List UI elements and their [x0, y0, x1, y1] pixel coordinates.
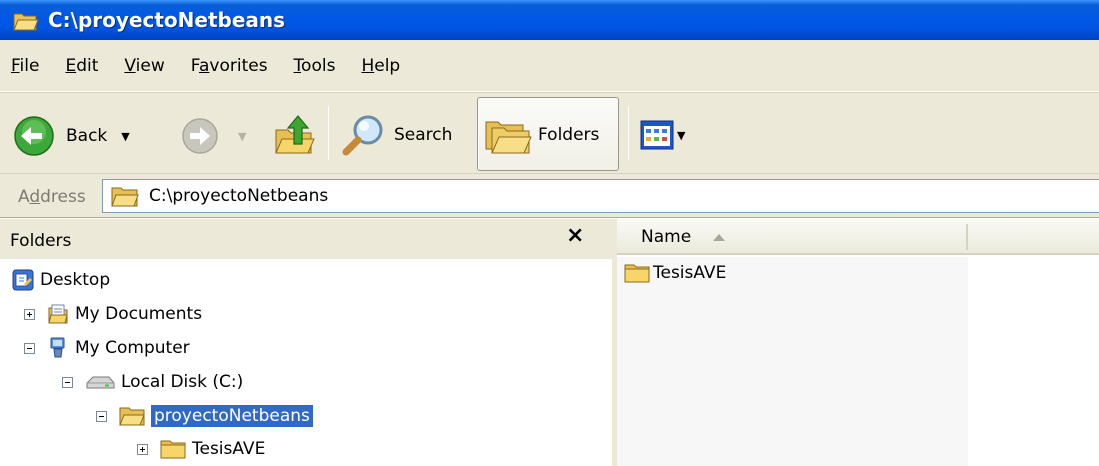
collapse-icon[interactable]	[96, 410, 107, 422]
tree-item-tesisave[interactable]: TesisAVE	[137, 435, 265, 463]
menu-favorites[interactable]: Favorites	[191, 56, 268, 76]
collapse-icon[interactable]	[24, 342, 35, 354]
tree-item-label: proyectoNetbeans	[151, 405, 313, 427]
folders-icon	[485, 121, 532, 154]
close-icon[interactable]: ×	[566, 223, 584, 248]
up-folder-button[interactable]	[272, 110, 318, 158]
tree-item-label: Desktop	[40, 270, 111, 290]
menu-file[interactable]: File	[11, 56, 39, 76]
tree-item-desktop[interactable]: Desktop	[12, 266, 110, 294]
tree-item-label: My Computer	[75, 338, 190, 358]
back-label: Back	[66, 126, 108, 146]
search-icon	[342, 115, 383, 156]
expand-icon[interactable]	[24, 308, 35, 320]
menu-view[interactable]: View	[124, 56, 164, 76]
views-button[interactable]: ▼	[640, 120, 685, 150]
tree-item-my-computer[interactable]: My Computer	[24, 334, 190, 362]
back-dropdown-icon[interactable]: ▼	[121, 130, 129, 143]
forward-arrow-icon	[182, 118, 218, 154]
toolbar-separator	[628, 106, 629, 160]
drive-icon	[86, 376, 115, 389]
list-item-name: TesisAVE	[653, 263, 727, 283]
expand-icon[interactable]	[137, 443, 148, 455]
sort-ascending-icon	[713, 234, 725, 241]
tree-item-my-documents[interactable]: My Documents	[24, 300, 202, 328]
folder-icon	[624, 264, 650, 283]
back-button[interactable]: Back ▼	[12, 114, 130, 158]
list-header: Name	[617, 219, 1099, 255]
column-divider[interactable]	[966, 224, 968, 250]
collapse-icon[interactable]	[62, 376, 73, 388]
address-label: Address	[18, 187, 86, 207]
menu-bar: File Edit View Favorites Tools Help	[0, 40, 1099, 92]
folders-pane-title: Folders	[10, 231, 72, 251]
window-title: C:\proyectoNetbeans	[48, 8, 286, 32]
folders-pane-header: Folders ×	[0, 219, 617, 259]
toolbar-separator	[328, 106, 329, 160]
folders-button-content[interactable]: Folders	[484, 114, 599, 156]
menu-help[interactable]: Help	[361, 56, 400, 76]
tree-item-label: Local Disk (C:)	[121, 372, 244, 392]
file-list-pane: Name TesisAVE	[617, 219, 1099, 466]
tree-item-label: My Documents	[75, 304, 203, 324]
my-documents-icon	[48, 304, 68, 324]
forward-button[interactable]: ▼	[180, 116, 246, 156]
forward-dropdown-icon[interactable]: ▼	[238, 130, 246, 143]
tree-item-label: TesisAVE	[192, 439, 266, 459]
column-header-name[interactable]: Name	[641, 227, 691, 247]
views-icon	[640, 120, 674, 150]
back-arrow-icon	[14, 116, 54, 156]
search-button[interactable]: Search	[340, 112, 452, 158]
folder-open-icon	[111, 187, 139, 207]
folder-open-icon	[119, 407, 145, 426]
folder-open-icon	[13, 13, 39, 31]
list-item[interactable]: TesisAVE	[623, 262, 726, 284]
up-folder-icon	[275, 115, 315, 154]
folders-label: Folders	[538, 125, 600, 145]
address-value: C:\proyectoNetbeans	[149, 186, 329, 206]
tree-item-proyectonetbeans[interactable]: proyectoNetbeans	[96, 402, 313, 430]
folder-icon	[160, 440, 186, 459]
address-input[interactable]: C:\proyectoNetbeans	[102, 179, 1099, 213]
my-computer-icon	[50, 337, 65, 358]
title-bar: C:\proyectoNetbeans	[0, 0, 1099, 40]
menu-tools[interactable]: Tools	[294, 56, 336, 76]
tree-item-local-disk[interactable]: Local Disk (C:)	[62, 368, 243, 396]
desktop-icon	[12, 269, 34, 291]
views-dropdown-icon[interactable]: ▼	[677, 129, 685, 142]
search-label: Search	[394, 125, 453, 145]
menu-edit[interactable]: Edit	[65, 56, 98, 76]
address-bar: Address C:\proyectoNetbeans	[0, 174, 1099, 218]
name-column-highlight	[617, 257, 968, 466]
